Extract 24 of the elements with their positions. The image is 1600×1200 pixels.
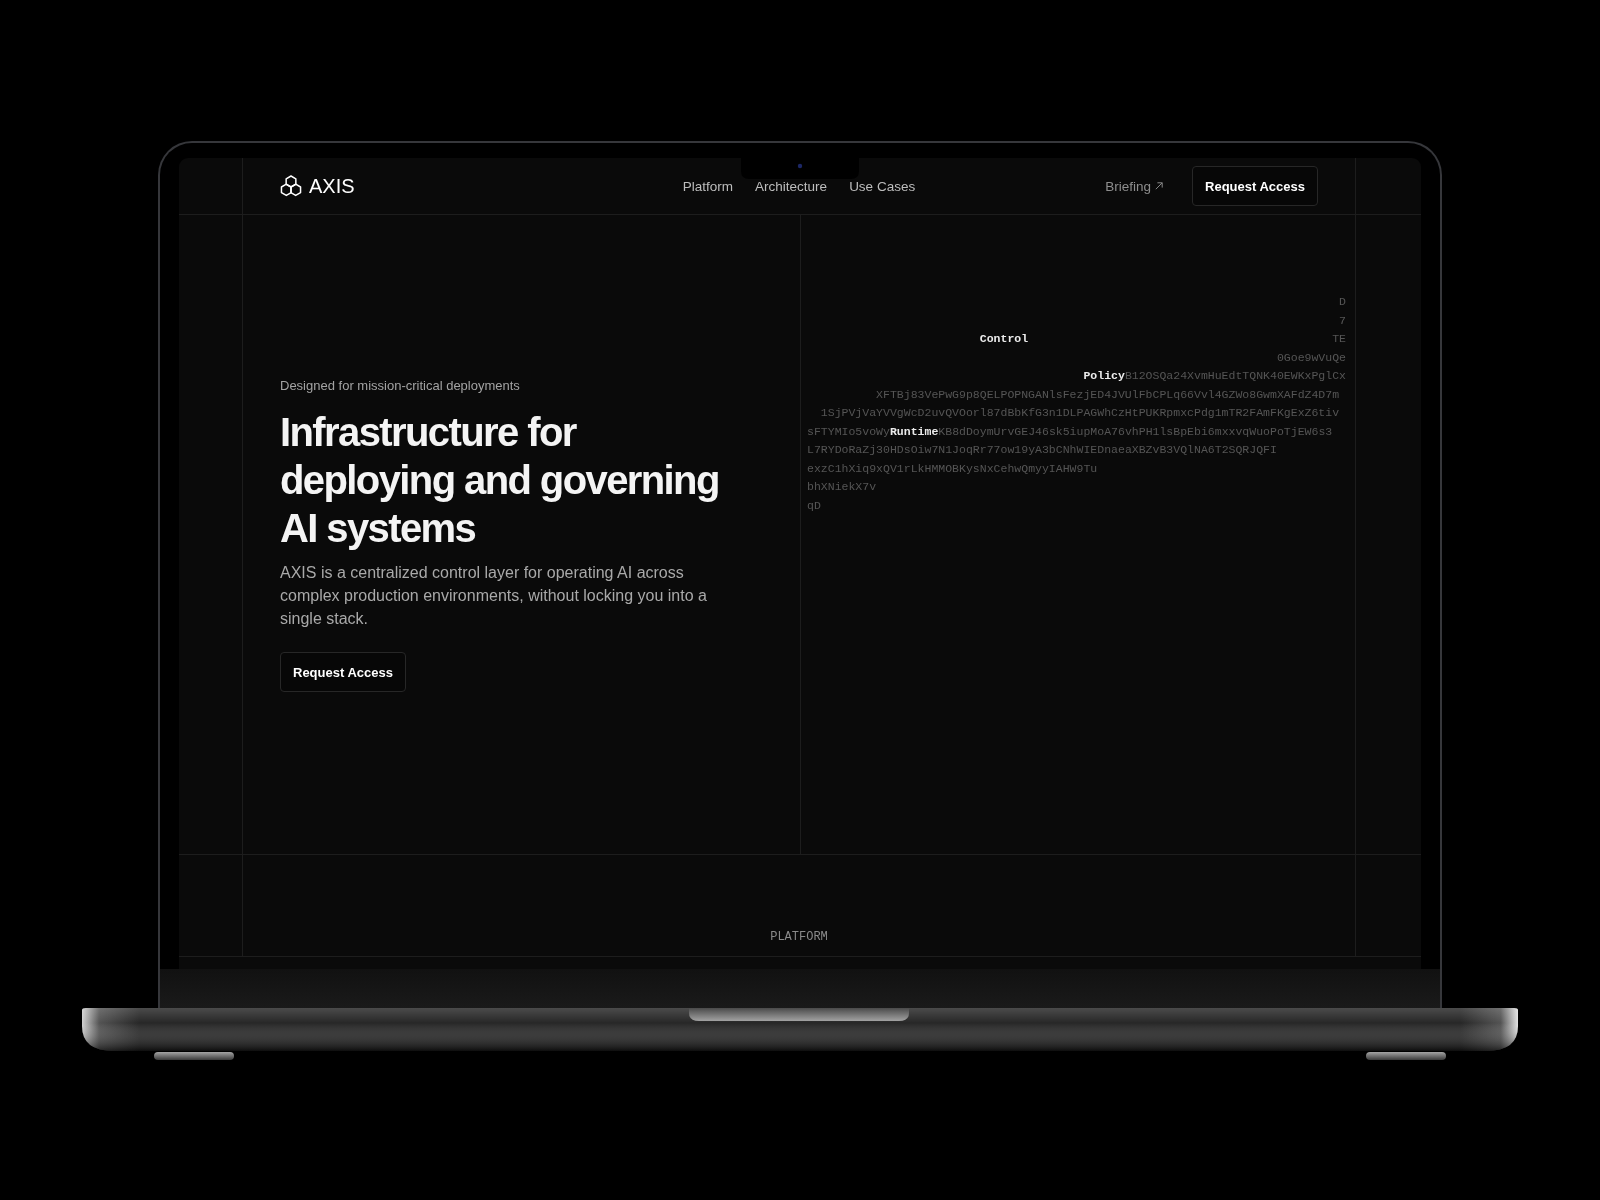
scrambled-text: 1SjPVjVaYVVgWcD2uvQVOorl87dBbKfG3n1DLPAGWhCzHtPUKRpmxcPdg1mTR2FAmFKgExZ6tiv <box>820 405 1340 421</box>
nav-link[interactable]: Use Cases <box>849 178 916 194</box>
hero-title: Infrastructure for deploying and governing AI systems <box>280 408 720 552</box>
brand-link[interactable]: AXIS <box>280 174 355 198</box>
scrambled-text: D <box>1339 294 1346 310</box>
scrambled-text: bhXNiekX7v <box>807 479 877 495</box>
nav-link[interactable]: Platform <box>682 178 734 194</box>
request-access-button[interactable]: Request Access <box>280 652 406 693</box>
scrambled-text: 0Goe9wVuQe <box>1276 349 1346 366</box>
scrambled-text: XFTBj83VePwG9p8QELPOPNGANlsFezjED4JVUlFbCPLq66Vvl4GZWo8GwmXAFdZ4D7m <box>876 386 1340 403</box>
logo-icon <box>280 175 302 197</box>
scrambled-text: Control TE <box>979 331 1346 347</box>
scrambled-text: L7RYDoRaZj30HDsOiw7N1JoqRr77ow19yA3bCNhWIEDnaeaXBZvB3VQlNA6T2SQRJQFI <box>807 442 1277 458</box>
request-access-button[interactable]: Request Access <box>1192 166 1318 206</box>
scrambled-text: exzC1hXiq9xQV1rLkHMMOBKysNxCehwQmyyIAHW9Tu <box>807 460 1098 477</box>
tagline: Designed for mission-critical deployments <box>280 376 520 395</box>
scrambled-text: sFTYMIo5voWyRuntimeKB8dDoymUrvGEJ46sk5iupMoA76vhPH1lsBpEbi6mxxvqWuoPoTjEW6s3 <box>807 423 1333 440</box>
hero-description: AXIS is a centralized control layer for operating AI across complex production environments, without locking you into a single stack. <box>280 562 708 630</box>
section-label: PLATFORM <box>770 930 828 944</box>
briefing-link[interactable]: Briefing <box>1105 178 1164 194</box>
scrambled-text: 7 <box>1339 312 1346 329</box>
scrambled-text: PolicyB12OSQa24XvmHuEdtTQNK40EWKxPglCx <box>1083 368 1346 384</box>
nav-link[interactable]: Architecture <box>755 178 828 194</box>
scrambled-text: qD <box>807 497 821 514</box>
